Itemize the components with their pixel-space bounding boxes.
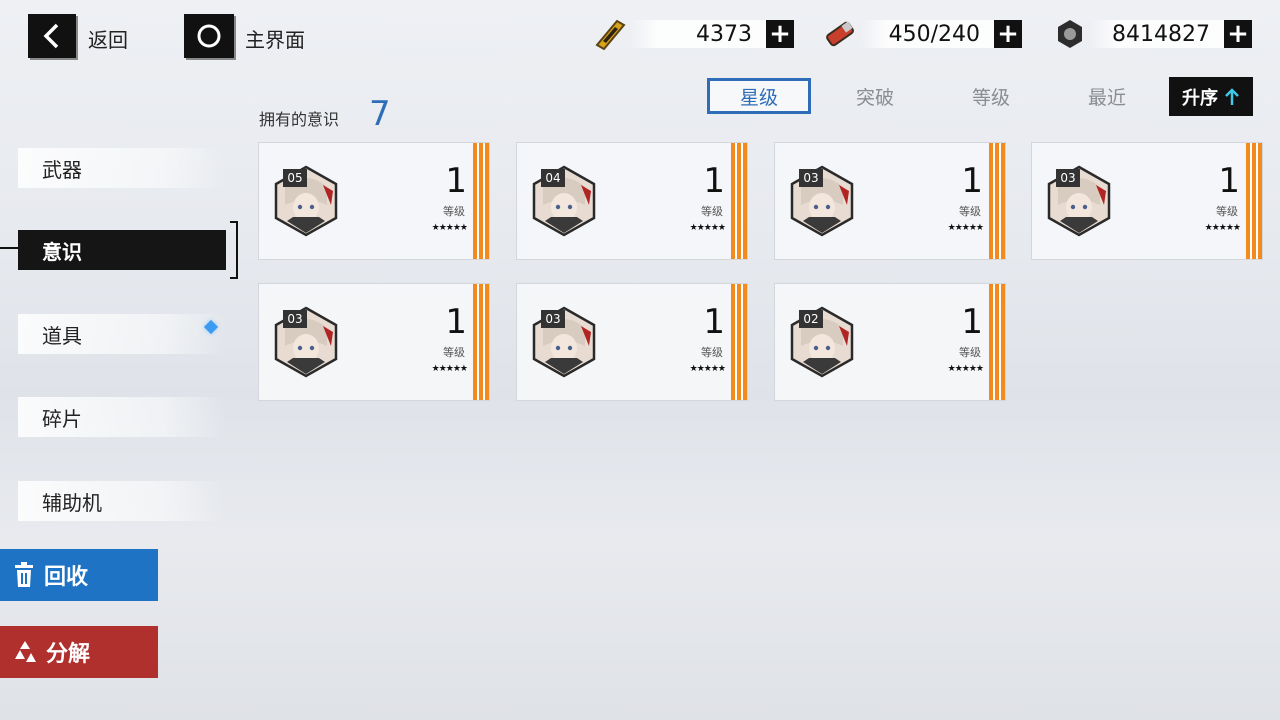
nav-item-stigmata[interactable]: 意识: [18, 230, 226, 270]
card-level-label: 等级: [443, 346, 465, 359]
home-button[interactable]: [184, 14, 234, 58]
stigmata-card[interactable]: 03 1 等级 ★★★★★: [774, 142, 1006, 260]
card-level-value: 1: [703, 161, 725, 201]
home-circle-icon: [197, 24, 221, 48]
sort-order-label: 升序: [1182, 87, 1218, 109]
card-level-value: 1: [961, 302, 983, 342]
gold-ticket-icon: [590, 16, 630, 52]
add-energy-button[interactable]: +: [994, 20, 1022, 48]
card-slot-number: 03: [541, 310, 565, 328]
card-slot-number: 02: [799, 310, 823, 328]
recycle-button[interactable]: 回收: [0, 549, 158, 601]
back-label[interactable]: 返回: [88, 24, 128, 53]
arrow-up-icon: [1225, 87, 1239, 105]
card-slot-number: 03: [799, 169, 823, 187]
energy-canister-icon: [820, 16, 860, 52]
card-level-label: 等级: [959, 205, 981, 218]
card-rarity-stripes: [1246, 143, 1262, 259]
card-level-value: 1: [445, 302, 467, 342]
card-rarity-stripes: [989, 143, 1005, 259]
resource-gold-value: 4373: [630, 20, 766, 48]
resource-gold-ticket: 4373 +: [590, 16, 794, 52]
card-level-label: 等级: [1216, 205, 1238, 218]
recycle-label: 回收: [44, 565, 89, 590]
nav-item-elf[interactable]: 辅助机: [18, 481, 226, 521]
card-rarity-stripes: [473, 284, 489, 400]
resource-energy-value: 450/240: [860, 20, 994, 48]
card-star-rating: ★★★★★: [1204, 223, 1241, 233]
card-star-rating: ★★★★★: [947, 364, 984, 374]
nav-active-bracket: [226, 221, 238, 279]
card-star-rating: ★★★★★: [689, 223, 726, 233]
stigmata-card[interactable]: 02 1 等级 ★★★★★: [774, 283, 1006, 401]
stigmata-card[interactable]: 05 1 等级 ★★★★★: [258, 142, 490, 260]
nav-active-marker: [0, 247, 18, 249]
stigmata-card[interactable]: 03 1 等级 ★★★★★: [516, 283, 748, 401]
back-button[interactable]: [28, 14, 76, 58]
nav-item-weapons[interactable]: 武器: [18, 148, 226, 188]
resource-nut-value: 8414827: [1090, 20, 1224, 48]
nav-item-fragments[interactable]: 碎片: [18, 397, 226, 437]
card-level-value: 1: [1218, 161, 1240, 201]
card-rarity-stripes: [989, 284, 1005, 400]
nav-item-items[interactable]: 道具: [18, 314, 226, 354]
card-level-label: 等级: [443, 205, 465, 218]
sort-tab-recent[interactable]: 最近: [1055, 78, 1159, 114]
sort-tab-level[interactable]: 等级: [939, 78, 1043, 114]
card-level-value: 1: [961, 161, 983, 201]
sort-tab-star[interactable]: 星级: [707, 78, 811, 114]
stigmata-card[interactable]: 03 1 等级 ★★★★★: [1031, 142, 1263, 260]
card-star-rating: ★★★★★: [947, 223, 984, 233]
stigmata-card[interactable]: 04 1 等级 ★★★★★: [516, 142, 748, 260]
trash-icon: [15, 562, 33, 587]
resource-energy: 450/240 +: [820, 18, 1022, 50]
card-level-label: 等级: [701, 346, 723, 359]
chevron-left-icon: [43, 23, 59, 49]
card-star-rating: ★★★★★: [689, 364, 726, 374]
card-rarity-stripes: [731, 143, 747, 259]
card-slot-number: 04: [541, 169, 565, 187]
hex-nut-icon: [1050, 16, 1090, 52]
card-star-rating: ★★★★★: [431, 223, 468, 233]
card-slot-number: 05: [283, 169, 307, 187]
sort-order-button[interactable]: 升序: [1169, 77, 1253, 116]
add-nut-button[interactable]: +: [1224, 20, 1252, 48]
card-rarity-stripes: [473, 143, 489, 259]
card-level-value: 1: [445, 161, 467, 201]
resource-nut: 8414827 +: [1050, 18, 1252, 50]
owned-label: 拥有的意识: [259, 110, 340, 129]
decompose-button[interactable]: 分解: [0, 626, 158, 678]
card-rarity-stripes: [731, 284, 747, 400]
stigmata-card[interactable]: 03 1 等级 ★★★★★: [258, 283, 490, 401]
sort-tab-breakthrough[interactable]: 突破: [823, 78, 927, 114]
card-star-rating: ★★★★★: [431, 364, 468, 374]
recycle-icon: [15, 641, 36, 662]
owned-count: 7: [369, 94, 391, 134]
card-level-label: 等级: [701, 205, 723, 218]
card-level-label: 等级: [959, 346, 981, 359]
card-level-value: 1: [703, 302, 725, 342]
card-slot-number: 03: [283, 310, 307, 328]
decompose-label: 分解: [46, 642, 91, 667]
add-gold-button[interactable]: +: [766, 20, 794, 48]
card-slot-number: 03: [1056, 169, 1080, 187]
home-label[interactable]: 主界面: [245, 24, 305, 53]
